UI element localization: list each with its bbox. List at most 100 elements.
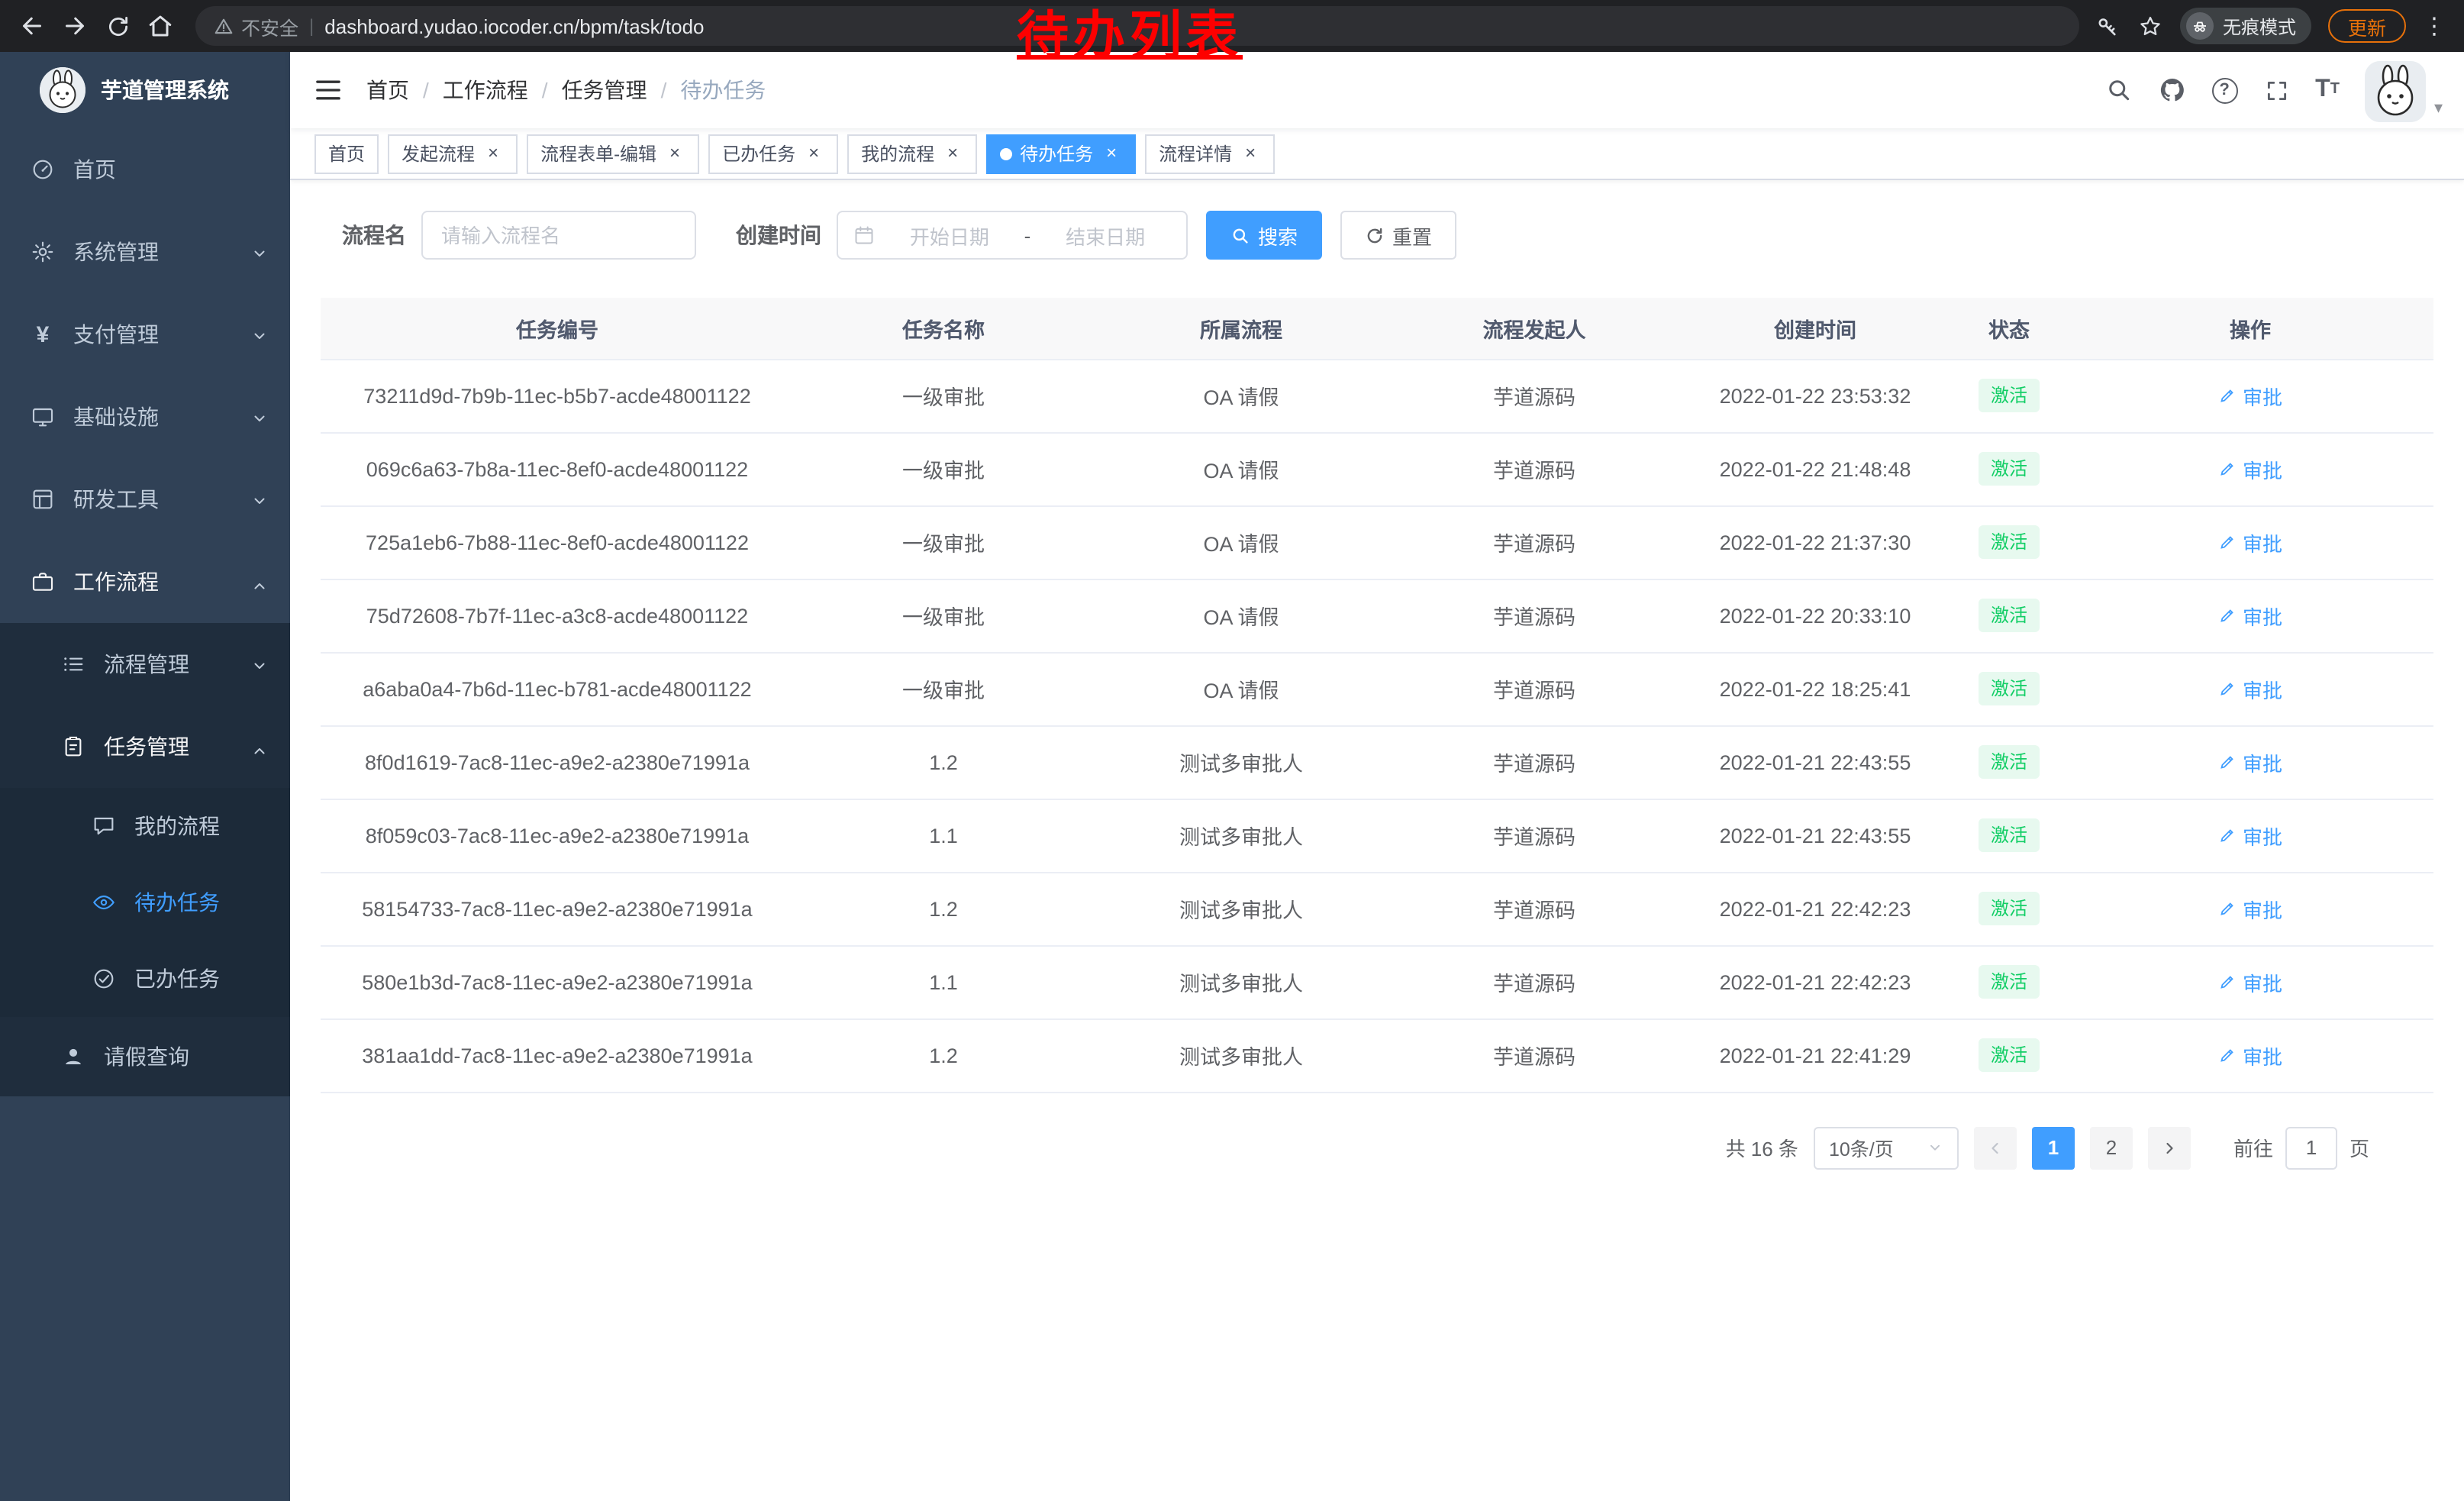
font-size-icon[interactable]: TT: [2315, 78, 2340, 102]
sidebar-item-task-mgmt[interactable]: 任务管理: [0, 705, 290, 788]
close-icon[interactable]: ×: [482, 143, 504, 164]
address-bar[interactable]: 不安全 | dashboard.yudao.iocoder.cn/bpm/tas…: [195, 6, 2079, 46]
goto-page-input[interactable]: [2285, 1126, 2337, 1169]
page-button-2[interactable]: 2: [2090, 1126, 2133, 1169]
not-secure-indicator[interactable]: 不安全: [214, 11, 298, 40]
bookmark-star-icon[interactable]: [2137, 13, 2163, 39]
starter-cell: 芋道源码: [1389, 945, 1679, 1018]
hamburger-icon[interactable]: [290, 52, 366, 128]
edit-icon: [2218, 973, 2237, 991]
user-icon: [61, 1044, 85, 1069]
tab-start-process[interactable]: 发起流程 ×: [388, 134, 518, 173]
close-icon[interactable]: ×: [1240, 143, 1261, 164]
tab-process-detail[interactable]: 流程详情 ×: [1145, 134, 1275, 173]
starter-cell: 芋道源码: [1389, 652, 1679, 725]
process-cell: 测试多审批人: [1093, 725, 1389, 799]
sidebar-item-payment[interactable]: ¥ 支付管理: [0, 293, 290, 376]
approve-link[interactable]: 审批: [2218, 528, 2282, 557]
next-page-button[interactable]: [2148, 1126, 2191, 1169]
app-logo-row[interactable]: 芋道管理系统: [0, 52, 290, 128]
fullscreen-icon[interactable]: [2263, 77, 2289, 103]
edit-icon: [2218, 679, 2237, 698]
sidebar-item-workflow[interactable]: 工作流程: [0, 541, 290, 623]
page-button-1[interactable]: 1: [2032, 1126, 2075, 1169]
search-icon[interactable]: [2104, 76, 2132, 104]
sidebar-item-leave-query[interactable]: 请假查询: [0, 1017, 290, 1096]
close-icon[interactable]: ×: [664, 143, 685, 164]
home-icon[interactable]: [140, 6, 180, 46]
breadcrumb-home[interactable]: 首页: [366, 75, 409, 105]
approve-link[interactable]: 审批: [2218, 747, 2282, 776]
table-row: 58154733-7ac8-11ec-a9e2-a2380e71991a 1.2…: [321, 872, 2433, 945]
chrome-right-controls: 无痕模式 更新 ⋮: [2095, 8, 2452, 44]
update-button[interactable]: 更新: [2328, 9, 2406, 43]
task-id-cell: 069c6a63-7b8a-11ec-8ef0-acde48001122: [321, 432, 794, 505]
sidebar-item-infrastructure[interactable]: 基础设施: [0, 376, 290, 458]
created-cell: 2022-01-22 21:48:48: [1679, 432, 1951, 505]
done-icon: [92, 967, 116, 991]
back-icon[interactable]: [12, 6, 52, 46]
sidebar-item-home[interactable]: 首页: [0, 128, 290, 211]
prev-page-button[interactable]: [1974, 1126, 2017, 1169]
security-label: 不安全: [241, 11, 298, 40]
breadcrumb-task-mgmt[interactable]: 任务管理: [562, 75, 647, 105]
edit-icon: [2218, 1046, 2237, 1064]
approve-link[interactable]: 审批: [2218, 967, 2282, 996]
status-badge: 激活: [1979, 379, 2040, 412]
sidebar-item-done-tasks[interactable]: 已办任务: [0, 941, 290, 1017]
task-id-cell: 75d72608-7b7f-11ec-a3c8-acde48001122: [321, 579, 794, 652]
help-icon[interactable]: ?: [2211, 77, 2237, 103]
sidebar-item-todo-tasks[interactable]: 待办任务: [0, 864, 290, 941]
task-name-cell: 1.1: [794, 945, 1093, 1018]
reset-button[interactable]: 重置: [1340, 211, 1456, 260]
approve-link[interactable]: 审批: [2218, 1041, 2282, 1070]
search-button[interactable]: 搜索: [1206, 211, 1322, 260]
approve-link[interactable]: 审批: [2218, 674, 2282, 703]
tab-process-form-edit[interactable]: 流程表单-编辑 ×: [527, 134, 699, 173]
task-name-cell: 一级审批: [794, 652, 1093, 725]
created-cell: 2022-01-21 22:43:55: [1679, 799, 1951, 872]
status-badge: 激活: [1979, 452, 2040, 486]
approve-link[interactable]: 审批: [2218, 894, 2282, 923]
close-icon[interactable]: ×: [1101, 143, 1122, 164]
task-name-cell: 1.1: [794, 799, 1093, 872]
workflow-icon: [31, 570, 55, 594]
sidebar-item-my-process[interactable]: 我的流程: [0, 788, 290, 864]
breadcrumb-separator: /: [423, 78, 429, 102]
tab-todo-tasks[interactable]: 待办任务 ×: [986, 134, 1136, 173]
breadcrumb-workflow[interactable]: 工作流程: [443, 75, 528, 105]
process-cell: 测试多审批人: [1093, 872, 1389, 945]
tools-icon: [31, 487, 55, 512]
date-range-picker[interactable]: 开始日期 - 结束日期: [837, 211, 1188, 260]
browser-menu-icon[interactable]: ⋮: [2423, 15, 2446, 37]
sidebar-item-devtools[interactable]: 研发工具: [0, 458, 290, 541]
chevron-down-icon: [250, 243, 269, 267]
sidebar-item-label: 请假查询: [104, 1041, 189, 1072]
sidebar-item-label: 研发工具: [73, 484, 159, 515]
table-row: 381aa1dd-7ac8-11ec-a9e2-a2380e71991a 1.2…: [321, 1018, 2433, 1092]
tab-home[interactable]: 首页: [314, 134, 379, 173]
edit-icon: [2218, 826, 2237, 844]
github-icon[interactable]: [2158, 76, 2185, 104]
close-icon[interactable]: ×: [942, 143, 963, 164]
approve-link[interactable]: 审批: [2218, 381, 2282, 410]
process-name-input[interactable]: [421, 211, 696, 260]
close-icon[interactable]: ×: [803, 143, 824, 164]
task-id-cell: 58154733-7ac8-11ec-a9e2-a2380e71991a: [321, 872, 794, 945]
tab-done-tasks[interactable]: 已办任务 ×: [708, 134, 838, 173]
user-menu[interactable]: ▾: [2366, 58, 2443, 122]
page-size-select[interactable]: 10条/页: [1814, 1126, 1959, 1169]
status-badge: 激活: [1979, 965, 2040, 999]
reload-icon[interactable]: [98, 6, 137, 46]
sidebar-item-system[interactable]: 系统管理: [0, 211, 290, 293]
sidebar-item-process-mgmt[interactable]: 流程管理: [0, 623, 290, 705]
approve-link[interactable]: 审批: [2218, 821, 2282, 850]
approve-link[interactable]: 审批: [2218, 454, 2282, 483]
chevron-down-icon: [250, 408, 269, 432]
forward-icon[interactable]: [55, 6, 95, 46]
task-id-cell: 725a1eb6-7b88-11ec-8ef0-acde48001122: [321, 505, 794, 579]
approve-link[interactable]: 审批: [2218, 601, 2282, 630]
sidebar-item-label: 基础设施: [73, 402, 159, 432]
password-key-icon[interactable]: [2095, 13, 2121, 39]
tab-my-process[interactable]: 我的流程 ×: [847, 134, 977, 173]
